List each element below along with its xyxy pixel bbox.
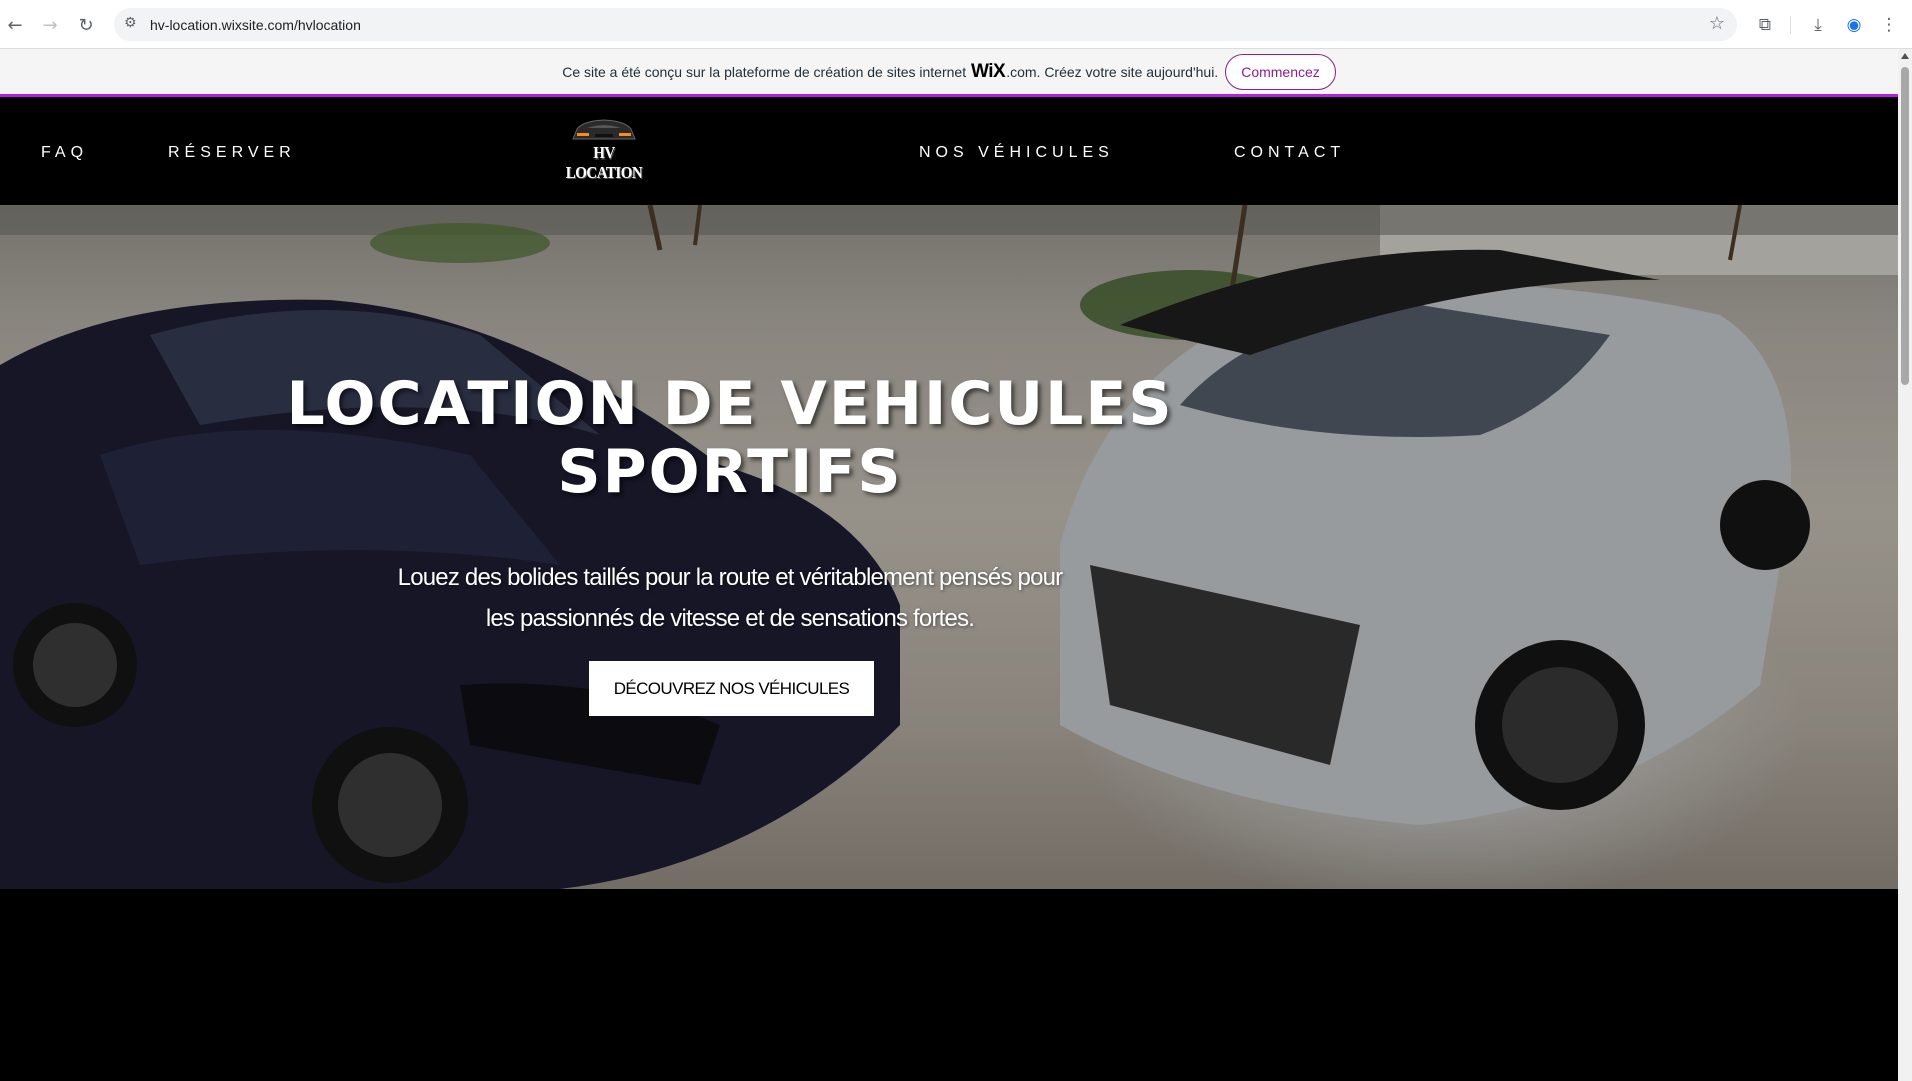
discover-vehicles-button[interactable]: DÉCOUVREZ NOS VÉHICULES	[589, 661, 874, 716]
url-text[interactable]: hv-location.wixsite.com/hvlocation	[150, 17, 361, 33]
browser-toolbar: ← → ↻ ⚙ hv-location.wixsite.com/hvlocati…	[0, 0, 1912, 49]
site-info-icon[interactable]: ⚙	[124, 15, 142, 33]
nav-reserver[interactable]: RÉSERVER	[168, 144, 296, 162]
car-logo-icon	[572, 119, 636, 140]
next-section	[0, 889, 1898, 1081]
kebab-menu-icon[interactable]: ⋮	[1876, 12, 1902, 38]
extensions-icon[interactable]: ⧉	[1752, 12, 1778, 38]
hero-section: LOCATION DE VEHICULES SPORTIFS Louez des…	[0, 205, 1898, 889]
nav-contact[interactable]: CONTACT	[1234, 144, 1345, 162]
wix-banner-text: Ce site a été conçu sur la plateforme de…	[562, 61, 1218, 83]
site-logo[interactable]: HV LOCATION	[556, 117, 652, 182]
nav-nos-vehicules[interactable]: NOS VÉHICULES	[919, 144, 1114, 162]
wix-text-after: .com. Créez votre site aujourd'hui.	[1006, 63, 1219, 80]
scroll-up-arrow-icon[interactable]	[1901, 53, 1909, 59]
bookmark-star-icon[interactable]: ☆	[1709, 13, 1725, 34]
page-scrollbar[interactable]	[1898, 49, 1912, 1081]
hero-subtitle: Louez des bolides taillés pour la route …	[330, 557, 1130, 639]
hero-title: LOCATION DE VEHICULES SPORTIFS	[230, 370, 1230, 506]
wix-promo-banner: Ce site a été conçu sur la plateforme de…	[0, 49, 1898, 97]
hero-subtitle-line2: les passionnés de vitesse et de sensatio…	[485, 605, 975, 632]
toolbar-separator	[1790, 16, 1791, 34]
logo-text: HV LOCATION	[565, 144, 643, 183]
hero-dark-overlay	[0, 205, 1898, 889]
site-header: FAQ RÉSERVER HV LOCATION NOS VÉHICULES C…	[0, 97, 1898, 205]
wix-start-button[interactable]: Commencez	[1225, 53, 1336, 90]
download-icon[interactable]: ⤓	[1805, 12, 1831, 38]
hero-subtitle-line1: Louez des bolides taillés pour la route …	[397, 564, 1064, 591]
wix-logo: WiX	[970, 60, 1006, 82]
forward-icon[interactable]: →	[37, 12, 63, 38]
wix-text-before: Ce site a été conçu sur la plateforme de…	[562, 63, 967, 80]
profile-icon[interactable]: ◉	[1841, 12, 1867, 38]
scrollbar-thumb[interactable]	[1901, 67, 1909, 385]
address-bar[interactable]: ⚙ hv-location.wixsite.com/hvlocation ☆	[114, 8, 1737, 41]
back-icon[interactable]: ←	[2, 12, 28, 38]
reload-icon[interactable]: ↻	[73, 12, 99, 38]
hero-title-line1: LOCATION DE VEHICULES	[286, 369, 1174, 439]
hero-title-line2: SPORTIFS	[557, 437, 903, 507]
nav-faq[interactable]: FAQ	[41, 144, 88, 162]
